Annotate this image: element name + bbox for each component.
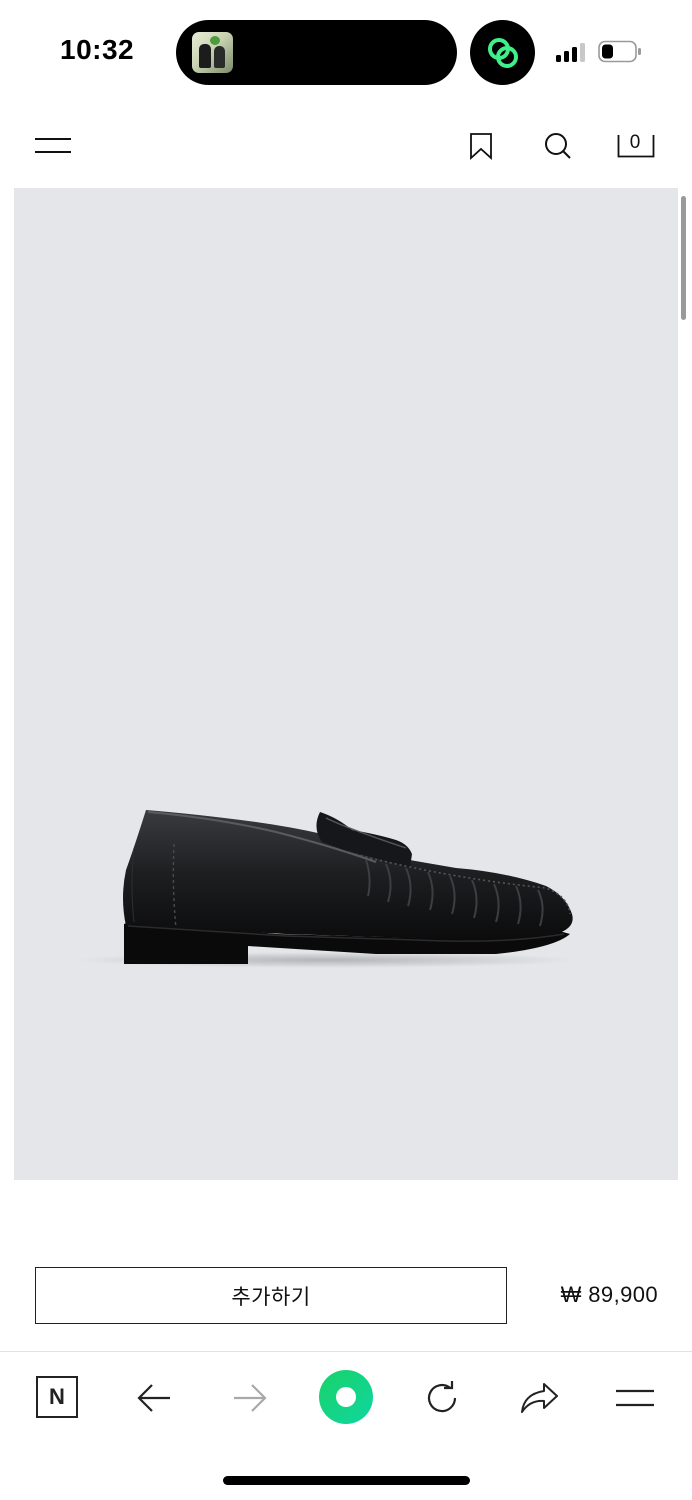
- product-loafer-image: [76, 810, 576, 968]
- add-to-cart-button[interactable]: 추가하기: [35, 1267, 507, 1324]
- dynamic-island[interactable]: [176, 20, 457, 85]
- top-nav: 0: [0, 110, 692, 180]
- reload-icon[interactable]: [420, 1374, 464, 1422]
- home-indicator[interactable]: [223, 1476, 470, 1485]
- menu-icon[interactable]: [35, 138, 71, 154]
- app-link-icon[interactable]: [470, 20, 535, 85]
- search-icon[interactable]: [543, 131, 573, 161]
- forward-arrow-icon[interactable]: [228, 1374, 272, 1422]
- cart-count: 0: [629, 132, 641, 153]
- island-thumbnail[interactable]: [192, 32, 233, 73]
- battery-icon: [598, 40, 642, 63]
- bag-icon[interactable]: 0: [617, 132, 655, 158]
- menu-icon[interactable]: [613, 1374, 657, 1422]
- status-bar: 10:32: [0, 0, 692, 100]
- scrollbar[interactable]: [681, 196, 686, 320]
- browser-toolbar: N: [0, 1352, 692, 1442]
- home-circle-icon[interactable]: [319, 1370, 373, 1424]
- naver-n-button[interactable]: N: [36, 1376, 78, 1418]
- product-image[interactable]: [14, 188, 678, 1180]
- signal-icon: [556, 42, 588, 62]
- status-time: 10:32: [60, 34, 135, 65]
- bookmark-icon[interactable]: [468, 132, 494, 161]
- back-arrow-icon[interactable]: [132, 1374, 176, 1422]
- product-price: ₩ 89,900: [560, 1282, 658, 1307]
- share-icon[interactable]: [516, 1374, 562, 1422]
